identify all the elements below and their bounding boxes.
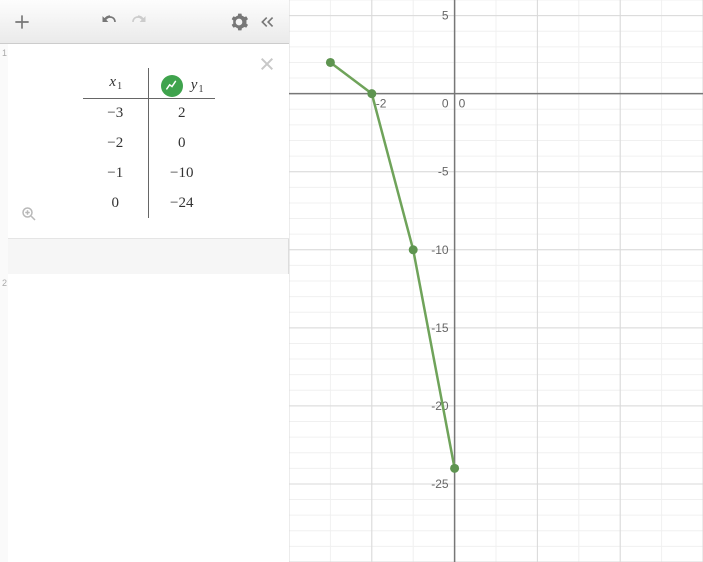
svg-text:-20: -20: [431, 399, 449, 413]
cell-x[interactable]: −1: [83, 158, 149, 188]
zoom-in-icon: [20, 205, 38, 223]
settings-button[interactable]: [225, 8, 253, 36]
panel-gutter: [0, 44, 8, 562]
table-row[interactable]: 0 −24: [83, 188, 215, 218]
svg-text:0: 0: [442, 97, 449, 111]
zoom-fit-button[interactable]: [20, 205, 38, 228]
toolbar: [0, 0, 289, 44]
svg-text:-15: -15: [431, 321, 449, 335]
x-sub-label: 1: [117, 81, 122, 92]
graph-canvas[interactable]: -205-5-10-15-20-250: [289, 0, 703, 562]
close-icon: [255, 52, 279, 76]
expression-index-2: 2: [2, 278, 7, 288]
table-row[interactable]: −1 −10: [83, 158, 215, 188]
redo-button[interactable]: [124, 8, 152, 36]
y-var-label: y: [191, 77, 198, 93]
line-series-icon: [165, 79, 179, 93]
svg-text:-25: -25: [431, 477, 449, 491]
blank-expression-card[interactable]: [8, 274, 289, 562]
cell-y[interactable]: −24: [149, 188, 215, 218]
cell-x[interactable]: −2: [83, 128, 149, 158]
table-body: −3 2 −2 0 −1 −10 0 −24: [83, 98, 215, 218]
add-button[interactable]: [8, 8, 36, 36]
undo-icon: [100, 12, 120, 32]
table-expression-card[interactable]: x1 y1 −3 2 −2 0: [8, 44, 289, 239]
series-toggle-badge[interactable]: [161, 75, 183, 97]
svg-text:-2: -2: [376, 97, 387, 111]
collapse-panel-button[interactable]: [253, 8, 281, 36]
svg-text:-10: -10: [431, 243, 449, 257]
svg-text:5: 5: [442, 9, 449, 23]
x-var-label: x: [109, 74, 116, 90]
cell-x[interactable]: 0: [83, 188, 149, 218]
svg-text:0: 0: [459, 97, 466, 111]
svg-text:-5: -5: [438, 165, 449, 179]
gear-icon: [229, 12, 249, 32]
undo-button[interactable]: [96, 8, 124, 36]
expression-panel: 1 x1 y1: [0, 44, 289, 562]
table-row[interactable]: −3 2: [83, 98, 215, 128]
y-sub-label: 1: [198, 84, 203, 95]
expression-index-1: 1: [2, 48, 7, 58]
cell-y[interactable]: 2: [149, 98, 215, 128]
chevron-double-left-icon: [257, 12, 277, 32]
table-header-x[interactable]: x1: [83, 68, 149, 98]
plus-icon: [12, 12, 32, 32]
graph-svg: -205-5-10-15-20-250: [289, 0, 703, 562]
delete-expression-button[interactable]: [255, 52, 279, 81]
cell-y[interactable]: 0: [149, 128, 215, 158]
cell-x[interactable]: −3: [83, 98, 149, 128]
table-row[interactable]: −2 0: [83, 128, 215, 158]
data-table[interactable]: x1 y1 −3 2 −2 0: [83, 68, 215, 218]
cell-y[interactable]: −10: [149, 158, 215, 188]
table-header-y[interactable]: y1: [149, 68, 215, 98]
redo-icon: [128, 12, 148, 32]
